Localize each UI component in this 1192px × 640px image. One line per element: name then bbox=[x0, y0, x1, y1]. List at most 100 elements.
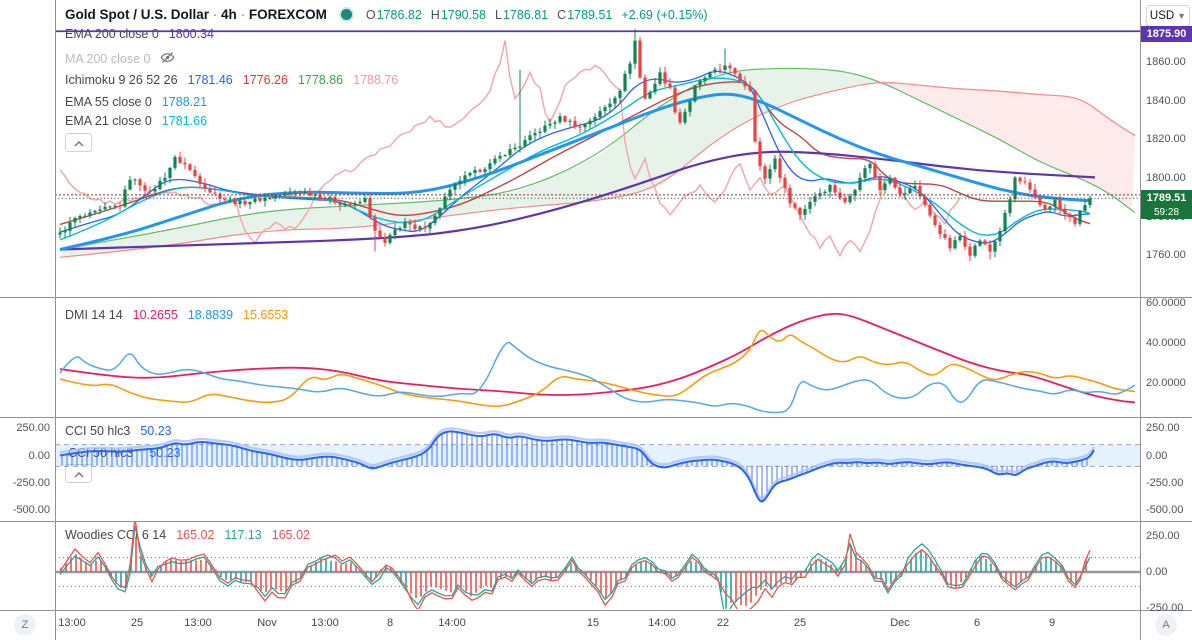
candle-body bbox=[923, 196, 927, 205]
time-tick-label[interactable]: 25 bbox=[131, 617, 143, 629]
cci-left-tick-label: 0.00 bbox=[28, 449, 50, 462]
price-tick-label: 1800.00 bbox=[1146, 171, 1186, 184]
woodies-cci6-line bbox=[59, 522, 1091, 609]
candle-body bbox=[658, 72, 662, 84]
candle-body bbox=[128, 179, 132, 190]
candle-body bbox=[678, 112, 682, 123]
candle-body bbox=[823, 191, 827, 194]
ohlc-letter: O bbox=[365, 7, 376, 22]
candle-body bbox=[958, 236, 962, 241]
woodies-tick-label: 250.00 bbox=[1146, 530, 1180, 543]
candle-body bbox=[758, 141, 762, 167]
timezone-button[interactable]: Z bbox=[14, 614, 36, 636]
candle-body bbox=[863, 168, 867, 178]
candle-body bbox=[603, 107, 607, 112]
candle-body bbox=[1013, 177, 1017, 200]
candle-body bbox=[303, 192, 307, 193]
candle-body bbox=[1043, 204, 1047, 210]
candle-body bbox=[233, 199, 237, 204]
candle-body bbox=[293, 192, 297, 194]
auto-scale-button[interactable]: A bbox=[1155, 614, 1177, 636]
chevron-down-icon: ▼ bbox=[1177, 10, 1187, 21]
candle-body bbox=[723, 65, 727, 70]
candle-body bbox=[908, 188, 912, 194]
time-tick-label[interactable]: 25 bbox=[794, 617, 806, 629]
time-tick-label[interactable]: 8 bbox=[387, 617, 393, 629]
candle-body bbox=[183, 162, 187, 165]
candle-body bbox=[208, 188, 212, 193]
candle-body bbox=[653, 83, 657, 93]
time-tick-label[interactable]: 13:00 bbox=[311, 617, 339, 629]
candle-body bbox=[513, 147, 517, 150]
plus-di-line bbox=[59, 341, 1136, 414]
candle-body bbox=[858, 177, 862, 190]
candle-body bbox=[883, 183, 887, 191]
time-tick-label[interactable]: 14:00 bbox=[648, 617, 676, 629]
candle-body bbox=[573, 120, 577, 127]
time-tick-label[interactable]: 6 bbox=[974, 617, 980, 629]
candle-body bbox=[633, 40, 637, 64]
ohlc-values: O1786.82 H1790.58 L1786.81 C1789.51 +2.69 (+… bbox=[366, 8, 708, 22]
candle-body bbox=[398, 228, 402, 230]
candle-body bbox=[1053, 200, 1057, 207]
candle-body bbox=[483, 169, 487, 172]
time-tick-label[interactable]: 13:00 bbox=[184, 617, 212, 629]
candle-body bbox=[473, 169, 477, 173]
candle-body bbox=[903, 193, 907, 195]
ohlc-pair: H1790.58 bbox=[431, 8, 486, 22]
time-tick-label[interactable]: 13:00 bbox=[58, 617, 86, 629]
candle-body bbox=[223, 198, 227, 200]
candle-body bbox=[253, 198, 257, 203]
candle-body bbox=[298, 192, 302, 194]
candle-body bbox=[628, 63, 632, 74]
candle-body bbox=[493, 158, 497, 164]
market-status-icon[interactable] bbox=[340, 9, 352, 20]
time-tick-label[interactable]: 14:00 bbox=[438, 617, 466, 629]
woodies-tick-label: -250.00 bbox=[1146, 601, 1184, 614]
candle-body bbox=[288, 192, 292, 194]
chart-canvas[interactable] bbox=[0, 0, 1192, 640]
candle-body bbox=[713, 69, 717, 73]
candle-body bbox=[198, 176, 202, 184]
symbol-title[interactable]: Gold Spot / U.S. Dollar · 4h · FOREXCOM bbox=[65, 7, 327, 22]
candle-body bbox=[58, 232, 62, 235]
candle-body bbox=[143, 185, 147, 191]
time-tick-label[interactable]: Dec bbox=[890, 617, 910, 629]
price-axis[interactable]: 1880.001860.001840.001820.001800.001780.… bbox=[1141, 0, 1192, 640]
time-tick-label[interactable]: Nov bbox=[257, 617, 277, 629]
price-tick-label: 1820.00 bbox=[1146, 133, 1186, 146]
candle-body bbox=[523, 140, 527, 147]
candle-body bbox=[118, 205, 122, 207]
candle-body bbox=[948, 237, 952, 249]
candle-body bbox=[538, 131, 542, 133]
cci-left-tick-label: -500.00 bbox=[12, 504, 50, 516]
candle-body bbox=[738, 73, 742, 82]
candle-body bbox=[103, 206, 107, 210]
dmi-panel bbox=[59, 312, 1136, 414]
woodies-panel bbox=[55, 522, 1140, 609]
time-tick-label[interactable]: 15 bbox=[587, 617, 599, 629]
candle-body bbox=[383, 237, 387, 243]
candle-body bbox=[928, 205, 932, 216]
candle-body bbox=[93, 210, 97, 213]
time-tick-label[interactable]: 9 bbox=[1049, 617, 1055, 629]
candle-body bbox=[193, 169, 197, 177]
candle-body bbox=[188, 164, 192, 170]
candle-body bbox=[778, 158, 782, 178]
currency-axis-button[interactable]: USD ▼ bbox=[1146, 5, 1190, 27]
candle-body bbox=[753, 90, 757, 142]
candle-body bbox=[998, 231, 1002, 242]
candle-body bbox=[813, 196, 817, 202]
bar-countdown-label: 59:28 bbox=[1141, 206, 1192, 219]
candle-body bbox=[373, 217, 377, 231]
candle-body bbox=[408, 222, 412, 225]
candle-body bbox=[508, 149, 512, 156]
candle-body bbox=[458, 180, 462, 184]
time-tick-label[interactable]: 22 bbox=[717, 617, 729, 629]
candle-body bbox=[763, 166, 767, 179]
candle-body bbox=[63, 230, 67, 233]
candle-body bbox=[1028, 182, 1032, 190]
candle-body bbox=[643, 77, 647, 99]
candle-body bbox=[613, 97, 617, 104]
candle-body bbox=[393, 229, 397, 236]
